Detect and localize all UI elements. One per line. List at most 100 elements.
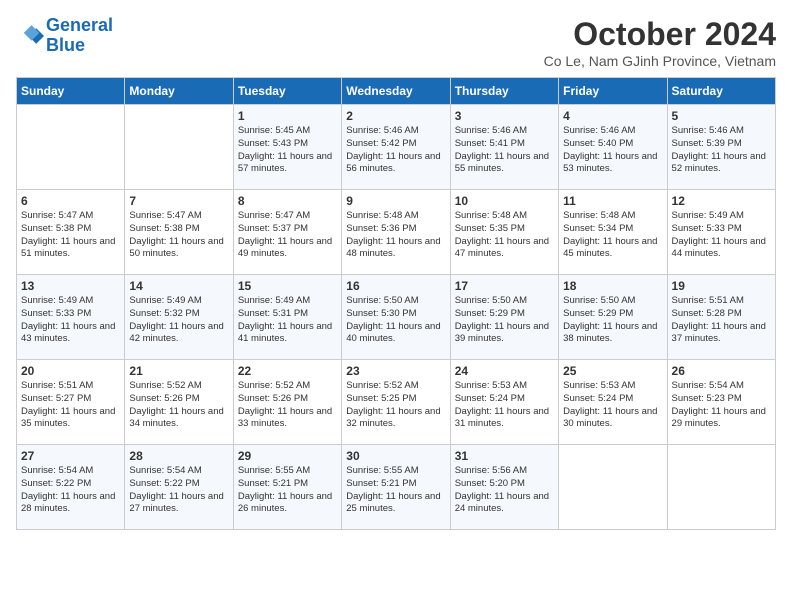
cell-info: Sunrise: 5:47 AM Sunset: 5:38 PM Dayligh… [21,210,120,261]
cell-info: Sunrise: 5:49 AM Sunset: 5:32 PM Dayligh… [129,295,228,346]
location-subtitle: Co Le, Nam GJinh Province, Vietnam [544,53,776,69]
calendar-cell: 25 Sunrise: 5:53 AM Sunset: 5:24 PM Dayli… [559,360,667,445]
calendar-cell: 15 Sunrise: 5:49 AM Sunset: 5:31 PM Dayli… [233,275,341,360]
day-number: 13 [21,279,120,293]
weekday-header-friday: Friday [559,78,667,105]
title-block: October 2024 Co Le, Nam GJinh Province, … [544,16,776,69]
day-number: 6 [21,194,120,208]
cell-info: Sunrise: 5:50 AM Sunset: 5:30 PM Dayligh… [346,295,445,346]
day-number: 5 [672,109,771,123]
day-number: 29 [238,449,337,463]
cell-info: Sunrise: 5:46 AM Sunset: 5:42 PM Dayligh… [346,125,445,176]
calendar-cell: 8 Sunrise: 5:47 AM Sunset: 5:37 PM Daylig… [233,190,341,275]
day-number: 25 [563,364,662,378]
calendar-cell: 31 Sunrise: 5:56 AM Sunset: 5:20 PM Dayli… [450,445,558,530]
day-number: 30 [346,449,445,463]
calendar-cell: 14 Sunrise: 5:49 AM Sunset: 5:32 PM Dayli… [125,275,233,360]
cell-info: Sunrise: 5:56 AM Sunset: 5:20 PM Dayligh… [455,465,554,516]
logo: General Blue [16,16,113,56]
calendar-cell: 19Sunrise: 5:51 AM Sunset: 5:28 PM Dayli… [667,275,775,360]
cell-info: Sunrise: 5:46 AM Sunset: 5:41 PM Dayligh… [455,125,554,176]
day-number: 10 [455,194,554,208]
day-number: 12 [672,194,771,208]
cell-info: Sunrise: 5:54 AM Sunset: 5:22 PM Dayligh… [21,465,120,516]
weekday-header-wednesday: Wednesday [342,78,450,105]
calendar-cell [125,105,233,190]
day-number: 4 [563,109,662,123]
day-number: 20 [21,364,120,378]
cell-info: Sunrise: 5:45 AM Sunset: 5:43 PM Dayligh… [238,125,337,176]
calendar-cell: 18Sunrise: 5:50 AM Sunset: 5:29 PM Dayli… [559,275,667,360]
calendar-cell: 2 Sunrise: 5:46 AM Sunset: 5:42 PM Daylig… [342,105,450,190]
day-number: 16 [346,279,445,293]
day-number: 15 [238,279,337,293]
day-number: 3 [455,109,554,123]
day-number: 9 [346,194,445,208]
weekday-header-monday: Monday [125,78,233,105]
logo-icon [16,22,44,50]
day-number: 23 [346,364,445,378]
calendar-cell: 5Sunrise: 5:46 AM Sunset: 5:39 PM Daylig… [667,105,775,190]
calendar-week-row: 27 Sunrise: 5:54 AM Sunset: 5:22 PM Dayli… [17,445,776,530]
calendar-cell: 4 Sunrise: 5:46 AM Sunset: 5:40 PM Daylig… [559,105,667,190]
calendar-cell: 1Sunrise: 5:45 AM Sunset: 5:43 PM Daylig… [233,105,341,190]
calendar-cell: 11Sunrise: 5:48 AM Sunset: 5:34 PM Dayli… [559,190,667,275]
cell-info: Sunrise: 5:49 AM Sunset: 5:33 PM Dayligh… [672,210,771,261]
weekday-header-sunday: Sunday [17,78,125,105]
weekday-header-saturday: Saturday [667,78,775,105]
cell-info: Sunrise: 5:54 AM Sunset: 5:23 PM Dayligh… [672,380,771,431]
cell-info: Sunrise: 5:48 AM Sunset: 5:36 PM Dayligh… [346,210,445,261]
calendar-cell: 27 Sunrise: 5:54 AM Sunset: 5:22 PM Dayli… [17,445,125,530]
day-number: 31 [455,449,554,463]
cell-info: Sunrise: 5:48 AM Sunset: 5:34 PM Dayligh… [563,210,662,261]
cell-info: Sunrise: 5:52 AM Sunset: 5:26 PM Dayligh… [129,380,228,431]
day-number: 19 [672,279,771,293]
calendar-cell [667,445,775,530]
calendar-table: SundayMondayTuesdayWednesdayThursdayFrid… [16,77,776,530]
calendar-cell [17,105,125,190]
cell-info: Sunrise: 5:55 AM Sunset: 5:21 PM Dayligh… [238,465,337,516]
cell-info: Sunrise: 5:46 AM Sunset: 5:40 PM Dayligh… [563,125,662,176]
month-title: October 2024 [544,16,776,53]
calendar-cell: 24 Sunrise: 5:53 AM Sunset: 5:24 PM Dayli… [450,360,558,445]
page-header: General Blue October 2024 Co Le, Nam GJi… [16,16,776,69]
cell-info: Sunrise: 5:53 AM Sunset: 5:24 PM Dayligh… [563,380,662,431]
calendar-week-row: 20 Sunrise: 5:51 AM Sunset: 5:27 PM Dayli… [17,360,776,445]
cell-info: Sunrise: 5:55 AM Sunset: 5:21 PM Dayligh… [346,465,445,516]
cell-info: Sunrise: 5:49 AM Sunset: 5:33 PM Dayligh… [21,295,120,346]
cell-info: Sunrise: 5:51 AM Sunset: 5:27 PM Dayligh… [21,380,120,431]
day-number: 8 [238,194,337,208]
cell-info: Sunrise: 5:54 AM Sunset: 5:22 PM Dayligh… [129,465,228,516]
cell-info: Sunrise: 5:52 AM Sunset: 5:25 PM Dayligh… [346,380,445,431]
calendar-cell: 20 Sunrise: 5:51 AM Sunset: 5:27 PM Dayli… [17,360,125,445]
cell-info: Sunrise: 5:50 AM Sunset: 5:29 PM Dayligh… [455,295,554,346]
weekday-header-tuesday: Tuesday [233,78,341,105]
cell-info: Sunrise: 5:48 AM Sunset: 5:35 PM Dayligh… [455,210,554,261]
day-number: 27 [21,449,120,463]
calendar-cell: 16 Sunrise: 5:50 AM Sunset: 5:30 PM Dayli… [342,275,450,360]
calendar-cell [559,445,667,530]
calendar-week-row: 6 Sunrise: 5:47 AM Sunset: 5:38 PM Daylig… [17,190,776,275]
cell-info: Sunrise: 5:50 AM Sunset: 5:29 PM Dayligh… [563,295,662,346]
day-number: 21 [129,364,228,378]
day-number: 28 [129,449,228,463]
cell-info: Sunrise: 5:53 AM Sunset: 5:24 PM Dayligh… [455,380,554,431]
day-number: 22 [238,364,337,378]
logo-text: General Blue [46,16,113,56]
calendar-week-row: 1Sunrise: 5:45 AM Sunset: 5:43 PM Daylig… [17,105,776,190]
day-number: 24 [455,364,554,378]
calendar-week-row: 13 Sunrise: 5:49 AM Sunset: 5:33 PM Dayli… [17,275,776,360]
calendar-cell: 22 Sunrise: 5:52 AM Sunset: 5:26 PM Dayli… [233,360,341,445]
day-number: 17 [455,279,554,293]
day-number: 2 [346,109,445,123]
calendar-cell: 3 Sunrise: 5:46 AM Sunset: 5:41 PM Daylig… [450,105,558,190]
calendar-cell: 9 Sunrise: 5:48 AM Sunset: 5:36 PM Daylig… [342,190,450,275]
cell-info: Sunrise: 5:47 AM Sunset: 5:37 PM Dayligh… [238,210,337,261]
calendar-cell: 17 Sunrise: 5:50 AM Sunset: 5:29 PM Dayli… [450,275,558,360]
cell-info: Sunrise: 5:47 AM Sunset: 5:38 PM Dayligh… [129,210,228,261]
calendar-cell: 26Sunrise: 5:54 AM Sunset: 5:23 PM Dayli… [667,360,775,445]
cell-info: Sunrise: 5:52 AM Sunset: 5:26 PM Dayligh… [238,380,337,431]
calendar-cell: 30 Sunrise: 5:55 AM Sunset: 5:21 PM Dayli… [342,445,450,530]
cell-info: Sunrise: 5:49 AM Sunset: 5:31 PM Dayligh… [238,295,337,346]
day-number: 14 [129,279,228,293]
